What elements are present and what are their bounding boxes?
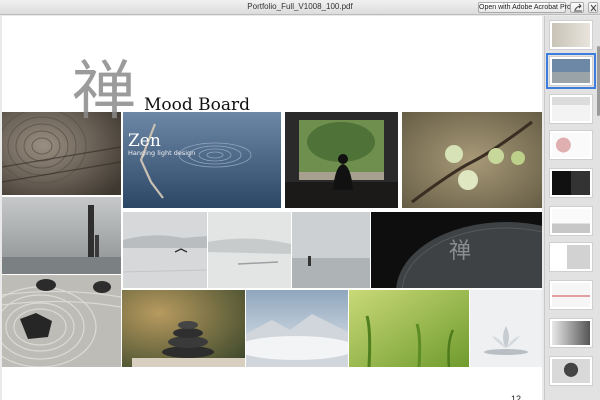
meditating-figure-image (285, 112, 398, 208)
zen-subtitle: Hanging light design (128, 149, 196, 157)
zen-title: Zen (128, 131, 161, 151)
share-button[interactable] (570, 2, 584, 13)
flower-buds-image (402, 112, 542, 208)
misty-lake-bird-image (123, 212, 207, 288)
thumbnail-page-1[interactable] (549, 20, 593, 50)
zen-kanji: 禅 (72, 55, 136, 129)
misty-sea-rock-image (292, 212, 370, 288)
lamp-kanji: 禅 (449, 239, 471, 264)
cloud-mountains-image (246, 290, 348, 367)
expand-icon (590, 4, 597, 12)
fullscreen-button[interactable] (588, 2, 598, 13)
thumbnail-page-9[interactable] (549, 318, 593, 348)
misty-pier-image (208, 212, 291, 288)
raked-sand-stones-image (2, 275, 121, 367)
green-grass-image (349, 290, 469, 367)
lotus-flower-image (470, 290, 542, 367)
thumbnail-sidebar (544, 16, 600, 400)
thumbnail-page-6[interactable] (549, 206, 593, 236)
stacked-stones-image (122, 290, 245, 367)
thumbnail-page-4[interactable] (549, 130, 593, 160)
thumbnail-page-7[interactable] (549, 242, 593, 272)
misty-post-image (2, 197, 121, 274)
zen-lamp-closeup-image: 禅 (371, 212, 542, 288)
zen-water-ripple-image (123, 112, 281, 208)
open-with-acrobat-button[interactable]: Open with Adobe Acrobat Pro (478, 2, 571, 13)
thumbnail-page-5[interactable] (549, 168, 593, 198)
thumbnail-page-2[interactable] (546, 53, 596, 89)
mood-board-title: Mood Board (144, 95, 251, 115)
thumbnail-page-8[interactable] (549, 280, 593, 310)
pdf-page: 禅 Mood Board Zen Hanging light design 禅 … (2, 16, 542, 400)
thumbnail-page-10[interactable] (549, 356, 593, 386)
page-number: 12 (511, 394, 522, 400)
window-titlebar: Portfolio_Full_V1008_100.pdf Open with A… (0, 0, 600, 15)
share-icon (574, 4, 582, 12)
thumbnail-page-3[interactable] (549, 94, 593, 124)
